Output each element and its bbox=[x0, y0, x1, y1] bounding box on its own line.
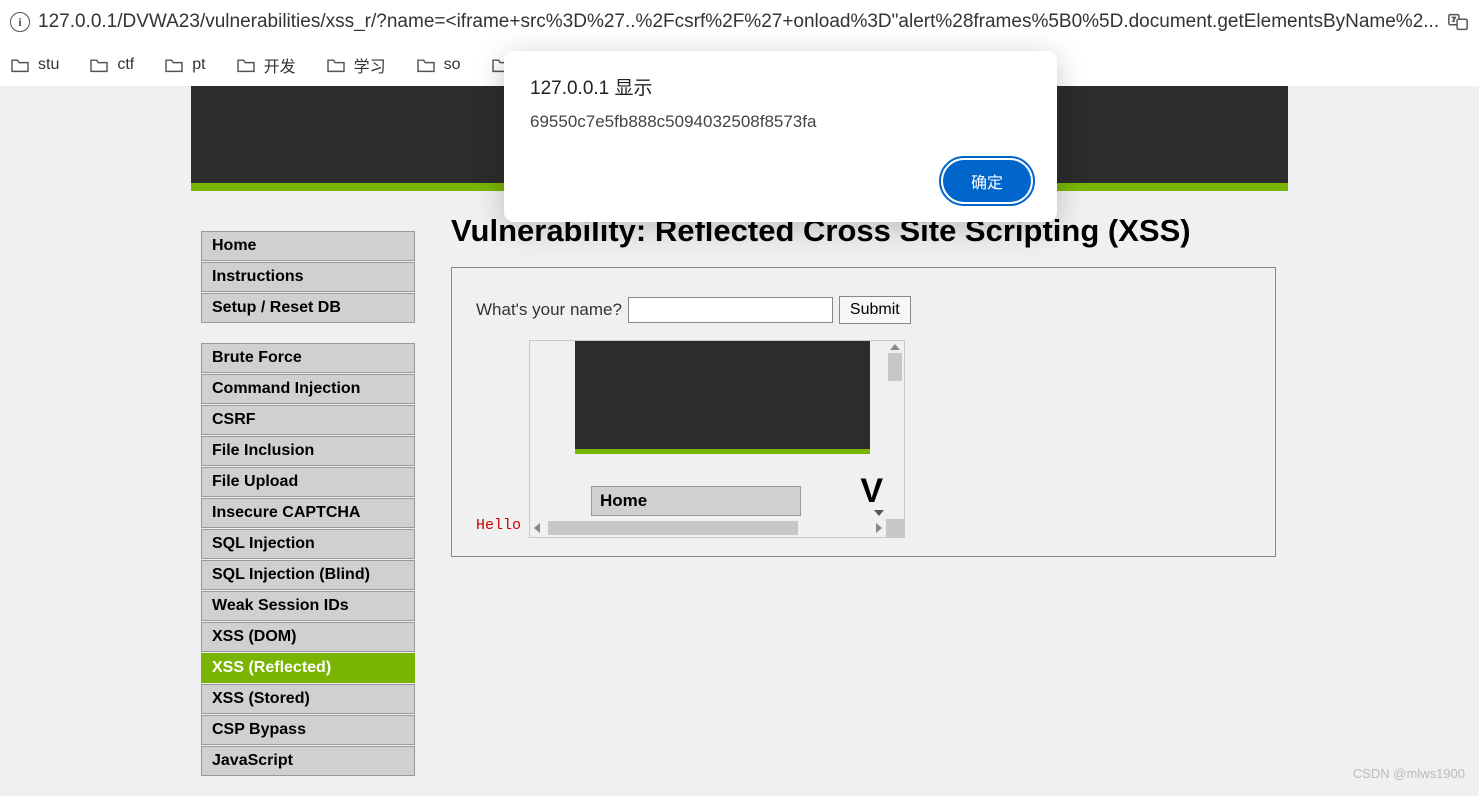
sidebar-item-xss-stored-[interactable]: XSS (Stored) bbox=[201, 684, 415, 714]
hscroll-thumb[interactable] bbox=[548, 521, 798, 535]
bookmark-so[interactable]: so bbox=[416, 56, 461, 74]
bookmark-pt[interactable]: pt bbox=[164, 56, 205, 74]
sidebar-item-file-upload[interactable]: File Upload bbox=[201, 467, 415, 497]
sidebar-item-csp-bypass[interactable]: CSP Bypass bbox=[201, 715, 415, 745]
folder-icon bbox=[10, 57, 30, 73]
bookmark-label: ctf bbox=[117, 56, 134, 74]
scroll-right-icon bbox=[876, 523, 882, 533]
bookmark-开发[interactable]: 开发 bbox=[236, 53, 296, 77]
bookmark-label: pt bbox=[192, 56, 205, 74]
translate-icon[interactable] bbox=[1447, 11, 1469, 33]
sidebar-item-brute-force[interactable]: Brute Force bbox=[201, 343, 415, 373]
sidebar-item-csrf[interactable]: CSRF bbox=[201, 405, 415, 435]
sidebar-item-javascript[interactable]: JavaScript bbox=[201, 746, 415, 776]
alert-title: 127.0.0.1 显示 bbox=[530, 73, 1031, 100]
sidebar-item-xss-reflected-[interactable]: XSS (Reflected) bbox=[201, 653, 415, 683]
dvwa-sidebar: HomeInstructionsSetup / Reset DB Brute F… bbox=[191, 191, 435, 796]
bookmark-label: so bbox=[444, 56, 461, 74]
bookmark-stu[interactable]: stu bbox=[10, 56, 59, 74]
scroll-up-icon bbox=[890, 344, 900, 350]
browser-address-bar: i 127.0.0.1/DVWA23/vulnerabilities/xss_r… bbox=[0, 0, 1479, 44]
js-alert-dialog: 127.0.0.1 显示 69550c7e5fb888c5094032508f8… bbox=[504, 51, 1057, 222]
folder-icon bbox=[236, 57, 256, 73]
alert-ok-button[interactable]: 确定 bbox=[943, 160, 1031, 202]
form-label: What's your name? bbox=[476, 300, 622, 320]
info-icon[interactable]: i bbox=[10, 12, 30, 32]
url-text[interactable]: 127.0.0.1/DVWA23/vulnerabilities/xss_r/?… bbox=[38, 11, 1439, 33]
iframe-body: Home V bbox=[575, 454, 886, 519]
scroll-left-icon bbox=[534, 523, 540, 533]
scroll-corner bbox=[886, 519, 904, 537]
folder-icon bbox=[89, 57, 109, 73]
bookmark-ctf[interactable]: ctf bbox=[89, 56, 134, 74]
scroll-thumb[interactable] bbox=[888, 353, 902, 381]
name-form: What's your name? Submit bbox=[476, 296, 1251, 324]
alert-message: 69550c7e5fb888c5094032508f8573fa bbox=[530, 112, 1031, 132]
hello-text: Hello bbox=[476, 517, 521, 538]
bookmark-学习[interactable]: 学习 bbox=[326, 53, 386, 77]
sidebar-item-setup-reset-db[interactable]: Setup / Reset DB bbox=[201, 293, 415, 323]
sidebar-item-instructions[interactable]: Instructions bbox=[201, 262, 415, 292]
dvwa-content: Vulnerability: Reflected Cross Site Scri… bbox=[435, 191, 1288, 557]
sidebar-item-weak-session-ids[interactable]: Weak Session IDs bbox=[201, 591, 415, 621]
watermark: CSDN @mlws1900 bbox=[1353, 766, 1465, 781]
name-input[interactable] bbox=[628, 297, 833, 323]
iframe-header bbox=[575, 341, 870, 449]
menu-group-2: Brute ForceCommand InjectionCSRFFile Inc… bbox=[201, 343, 435, 776]
iframe-menu-home[interactable]: Home bbox=[591, 486, 801, 516]
injected-iframe[interactable]: Home V bbox=[529, 340, 905, 538]
folder-icon bbox=[416, 57, 436, 73]
sidebar-item-sql-injection-blind-[interactable]: SQL Injection (Blind) bbox=[201, 560, 415, 590]
bookmark-label: 学习 bbox=[354, 53, 386, 77]
menu-group-1: HomeInstructionsSetup / Reset DB bbox=[201, 231, 435, 323]
sidebar-item-home[interactable]: Home bbox=[201, 231, 415, 261]
sidebar-item-sql-injection[interactable]: SQL Injection bbox=[201, 529, 415, 559]
content-box: What's your name? Submit Hello Home V bbox=[451, 267, 1276, 557]
iframe-hscrollbar[interactable] bbox=[530, 519, 904, 537]
sidebar-item-insecure-captcha[interactable]: Insecure CAPTCHA bbox=[201, 498, 415, 528]
chevron-down-icon bbox=[874, 510, 884, 516]
bookmark-label: stu bbox=[38, 56, 59, 74]
sidebar-item-command-injection[interactable]: Command Injection bbox=[201, 374, 415, 404]
bookmark-label: 开发 bbox=[264, 53, 296, 77]
folder-icon bbox=[164, 57, 184, 73]
sidebar-item-file-inclusion[interactable]: File Inclusion bbox=[201, 436, 415, 466]
sidebar-item-xss-dom-[interactable]: XSS (DOM) bbox=[201, 622, 415, 652]
iframe-title-fragment: V bbox=[860, 472, 883, 511]
folder-icon bbox=[326, 57, 346, 73]
dvwa-body: HomeInstructionsSetup / Reset DB Brute F… bbox=[191, 191, 1288, 796]
iframe-vscrollbar[interactable] bbox=[886, 341, 904, 519]
submit-button[interactable]: Submit bbox=[839, 296, 911, 324]
